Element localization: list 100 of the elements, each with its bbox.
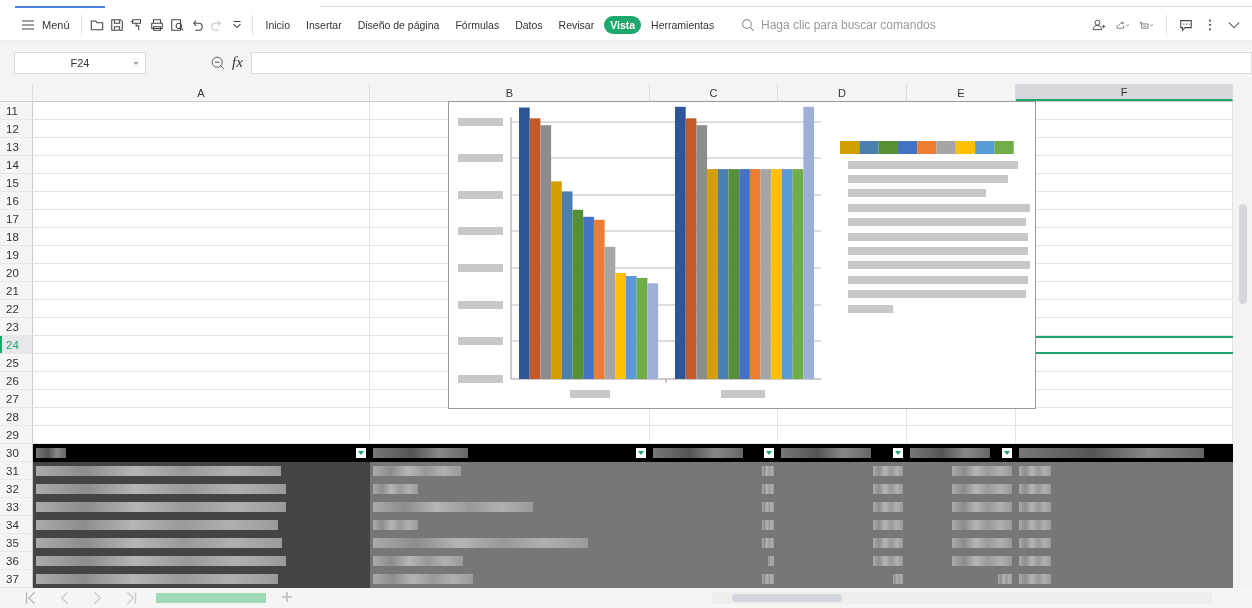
column-header[interactable]: F <box>1016 84 1233 101</box>
legend-swatch <box>994 141 1014 154</box>
first-sheet-icon[interactable] <box>23 591 37 605</box>
blurred-text <box>721 390 765 398</box>
blurred-text <box>458 264 503 272</box>
formula-input-field[interactable] <box>250 51 1252 74</box>
row-header[interactable]: 29 <box>0 426 33 444</box>
row-header[interactable]: 36 <box>0 552 33 570</box>
row-header[interactable]: 27 <box>0 390 33 408</box>
row-header[interactable]: 20 <box>0 264 33 282</box>
blurred-text <box>952 538 1012 548</box>
blurred-text <box>36 448 66 458</box>
blurred-text <box>762 574 774 584</box>
ribbon-tab[interactable]: Datos <box>509 16 549 34</box>
blurred-text <box>762 466 774 476</box>
printer-icon[interactable] <box>149 18 164 32</box>
row-header[interactable]: 34 <box>0 516 33 534</box>
blurred-text <box>998 574 1012 584</box>
comment-icon[interactable] <box>1179 18 1193 32</box>
row-header[interactable]: 33 <box>0 498 33 516</box>
selected-cell[interactable] <box>1036 336 1233 354</box>
blurred-text <box>1019 466 1051 476</box>
row-header[interactable]: 30 <box>0 444 33 462</box>
blurred-text <box>762 520 774 530</box>
ribbon-tab[interactable]: Revisar <box>552 16 601 34</box>
row-header[interactable]: 25 <box>0 354 33 372</box>
menu-button[interactable]: Menú <box>16 16 72 34</box>
column-header[interactable]: A <box>33 84 370 101</box>
row-header[interactable]: 14 <box>0 156 33 174</box>
blurred-text <box>762 484 774 494</box>
blurred-text <box>873 520 903 530</box>
filter-button[interactable] <box>893 448 903 458</box>
blurred-text <box>458 118 503 126</box>
blurred-text <box>762 502 774 512</box>
share-icon[interactable] <box>1116 18 1130 32</box>
row-header[interactable]: 26 <box>0 372 33 390</box>
scrollbar-thumb[interactable] <box>1238 204 1247 304</box>
row-header[interactable]: 12 <box>0 120 33 138</box>
row-header[interactable]: 23 <box>0 318 33 336</box>
hamburger-icon <box>21 18 35 32</box>
row-header[interactable]: 18 <box>0 228 33 246</box>
row-header[interactable]: 17 <box>0 210 33 228</box>
search-field[interactable]: Haga clic para buscar comandos <box>738 18 979 32</box>
row-header[interactable]: 28 <box>0 408 33 426</box>
blurred-text <box>873 466 903 476</box>
blurred-text <box>570 390 610 398</box>
blurred-text <box>873 502 903 512</box>
blurred-text <box>952 466 1012 476</box>
row-header[interactable]: 37 <box>0 570 33 588</box>
function-button[interactable]: fx <box>232 54 243 71</box>
filter-button[interactable] <box>636 448 646 458</box>
ribbon-tab[interactable]: Insertar <box>300 16 348 34</box>
legend-swatch <box>917 141 937 154</box>
blurred-text <box>1019 556 1051 566</box>
row-header[interactable]: 31 <box>0 462 33 480</box>
print-preview-icon[interactable] <box>169 18 184 32</box>
blurred-text <box>873 538 903 548</box>
blurred-text <box>458 375 503 383</box>
format-painter-icon[interactable] <box>129 18 144 32</box>
blurred-text <box>458 337 503 345</box>
filter-button[interactable] <box>1002 448 1012 458</box>
legend-swatch <box>840 141 860 154</box>
person-add-icon[interactable] <box>1092 18 1106 32</box>
add-sheet-button[interactable] <box>280 591 294 605</box>
zoom-icon[interactable] <box>211 55 225 70</box>
filter-button[interactable] <box>356 448 366 458</box>
scrollbar-thumb[interactable] <box>732 594 842 602</box>
ribbon-tab[interactable]: Inicio <box>259 16 297 34</box>
name-box[interactable]: F24 <box>14 51 146 74</box>
row-header[interactable]: 19 <box>0 246 33 264</box>
ribbon-tab[interactable]: Diseño de página <box>351 16 446 34</box>
row-header[interactable]: 21 <box>0 282 33 300</box>
blurred-text <box>1019 538 1051 548</box>
blurred-text <box>373 520 418 530</box>
row-header[interactable]: 35 <box>0 534 33 552</box>
blurred-text <box>1019 520 1051 530</box>
blurred-text <box>458 154 503 162</box>
row-header[interactable]: 15 <box>0 174 33 192</box>
row-header[interactable]: 11 <box>0 102 33 120</box>
blurred-text <box>1019 484 1051 494</box>
folder-icon[interactable] <box>89 18 104 32</box>
blurred-text <box>1019 502 1051 512</box>
blurred-text <box>1019 574 1051 584</box>
blurred-text <box>458 227 503 235</box>
row-header[interactable]: 32 <box>0 480 33 498</box>
row-header[interactable]: 22 <box>0 300 33 318</box>
filter-button[interactable] <box>764 448 774 458</box>
save-icon[interactable] <box>109 18 124 32</box>
row-header[interactable]: 13 <box>0 138 33 156</box>
ribbon-tab[interactable]: Herramientas <box>645 16 721 34</box>
blurred-text <box>952 484 1012 494</box>
horizontal-scrollbar[interactable] <box>712 592 1212 604</box>
row-header[interactable]: 16 <box>0 192 33 210</box>
blurred-text <box>848 305 893 313</box>
ribbon-tab[interactable]: Fórmulas <box>449 16 506 34</box>
blurred-text <box>952 502 1012 512</box>
blurred-text <box>458 301 503 309</box>
cell-reference: F24 <box>70 56 90 69</box>
legend-swatch <box>975 141 995 154</box>
blurred-text <box>873 556 903 566</box>
